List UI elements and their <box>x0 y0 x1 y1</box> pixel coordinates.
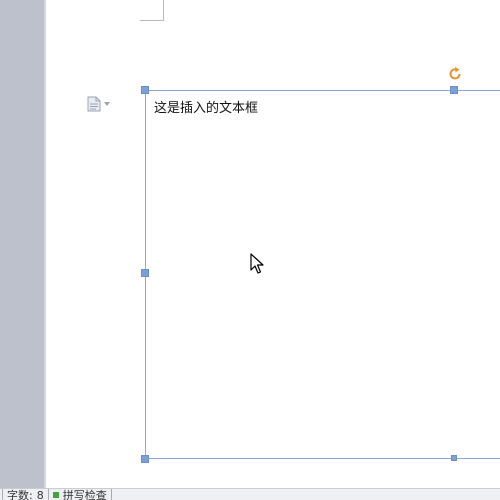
left-gutter <box>0 0 44 488</box>
text-box[interactable] <box>145 90 500 459</box>
paste-options-button[interactable] <box>87 95 115 113</box>
word-count-value: 8 <box>36 488 44 500</box>
resize-handle-top-left[interactable] <box>141 86 149 94</box>
resize-handle-middle-left[interactable] <box>141 269 149 277</box>
mouse-cursor-icon <box>250 253 264 274</box>
spell-check-indicator-icon <box>52 492 59 498</box>
status-bar: 字数: 8 拼写检查 <box>0 488 500 500</box>
status-separator <box>110 489 112 500</box>
spell-check-label[interactable]: 拼写检查 <box>63 489 107 500</box>
resize-handle-top-middle[interactable] <box>450 86 458 94</box>
paste-options-icon <box>87 96 101 112</box>
word-count-label: 字数: <box>7 489 33 500</box>
status-separator <box>2 489 3 500</box>
chevron-down-icon <box>104 102 110 106</box>
rotate-icon[interactable] <box>447 66 463 82</box>
status-separator <box>47 489 49 500</box>
resize-handle-bottom-middle[interactable] <box>451 455 457 461</box>
text-box-content[interactable]: 这是插入的文本框 <box>154 97 258 116</box>
resize-handle-bottom-left[interactable] <box>141 455 149 463</box>
page-corner-mark <box>140 0 164 21</box>
